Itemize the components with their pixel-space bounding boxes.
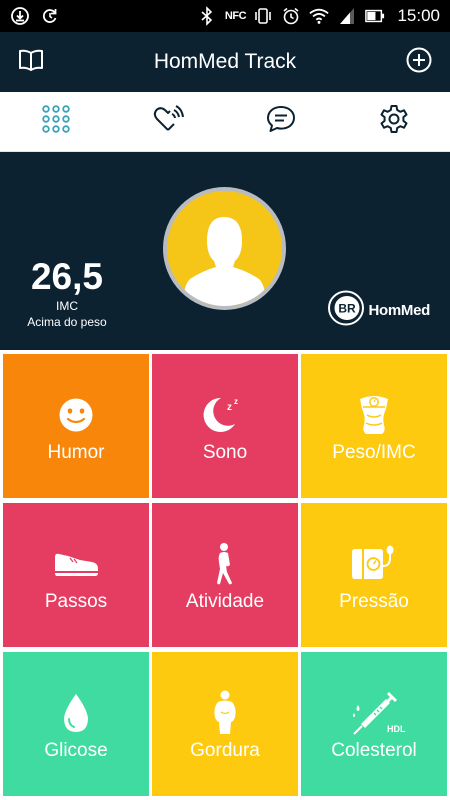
logo-mark: BR: [339, 302, 357, 316]
tile-label: Passos: [44, 591, 108, 612]
wifi-icon: [309, 6, 330, 26]
user-silhouette-icon: [167, 217, 282, 306]
tile-label: Peso/IMC: [332, 442, 416, 463]
moon-sleep-icon: z z: [152, 394, 298, 436]
tile-pressao[interactable]: Pressão: [301, 503, 447, 647]
tile-label: Pressão: [339, 591, 409, 612]
body-fat-icon: [152, 690, 298, 734]
app-title: HomMed Track: [153, 50, 297, 73]
logo-text: HomMed: [368, 302, 430, 319]
bmi-label: IMC: [56, 299, 78, 313]
avatar[interactable]: [163, 187, 286, 310]
tile-glicose[interactable]: Glicose: [3, 652, 149, 796]
feature-grid: Humor z z Sono Peso/IMC Passos Atividade…: [0, 350, 450, 800]
tab-settings[interactable]: [338, 92, 450, 151]
tile-passos[interactable]: Passos: [3, 503, 149, 647]
blood-pressure-icon: [301, 543, 447, 585]
brand-logo: BR HomMed: [327, 289, 430, 332]
bmi-value: 26,5: [30, 256, 103, 297]
tile-colesterol[interactable]: HDL Colesterol: [301, 652, 447, 796]
tile-atividade[interactable]: Atividade: [152, 503, 298, 647]
tile-label: Sono: [202, 442, 248, 463]
tile-peso-imc[interactable]: Peso/IMC: [301, 354, 447, 498]
scale-icon: [301, 394, 447, 436]
walking-person-icon: [152, 543, 298, 585]
vibrate-icon: [253, 6, 273, 26]
tab-bar: [0, 92, 450, 152]
smiley-icon: [3, 394, 149, 436]
syringe-icon: HDL: [301, 691, 447, 735]
heart-signal-icon: [152, 103, 186, 140]
tile-label: Gordura: [190, 740, 260, 761]
download-icon: [10, 6, 30, 26]
app-bar: HomMed Track: [0, 32, 450, 92]
add-button[interactable]: [402, 45, 436, 79]
nfc-icon: NFC: [224, 10, 247, 22]
battery-icon: [365, 6, 385, 26]
tile-label: Glicose: [44, 740, 108, 761]
shoe-icon: [3, 543, 149, 585]
profile-header: 26,5 IMC Acima do peso BR HomMed: [0, 152, 450, 350]
tile-label: Humor: [47, 442, 105, 463]
tile-humor[interactable]: Humor: [3, 354, 149, 498]
tab-monitoring[interactable]: [113, 92, 226, 151]
tab-messages[interactable]: [225, 92, 338, 151]
bluetooth-icon: [197, 6, 217, 26]
alarm-icon: [281, 6, 301, 26]
settings-icon: [378, 103, 410, 140]
chat-icon: [265, 103, 297, 140]
status-bar: NFC 15:00: [0, 0, 450, 32]
drop-icon: [3, 692, 149, 734]
tile-gordura[interactable]: Gordura: [152, 652, 298, 796]
tile-label: Colesterol: [331, 740, 417, 761]
add-circle-icon: [405, 46, 433, 79]
svg-text:z: z: [227, 402, 232, 413]
br-logo-icon: BR: [327, 289, 365, 332]
tab-dashboard[interactable]: [0, 92, 113, 151]
clock: 15:00: [397, 6, 440, 25]
svg-text:z: z: [234, 397, 238, 406]
dashboard-grid-icon: [40, 103, 72, 140]
hdl-badge: HDL: [387, 724, 406, 734]
sync-icon: [40, 6, 60, 26]
tile-label: Atividade: [185, 591, 265, 612]
signal-icon: [337, 6, 357, 26]
bmi-status: Acima do peso: [27, 315, 107, 329]
tile-sono[interactable]: z z Sono: [152, 354, 298, 498]
bmi-summary: 26,5 IMC Acima do peso: [22, 256, 112, 330]
